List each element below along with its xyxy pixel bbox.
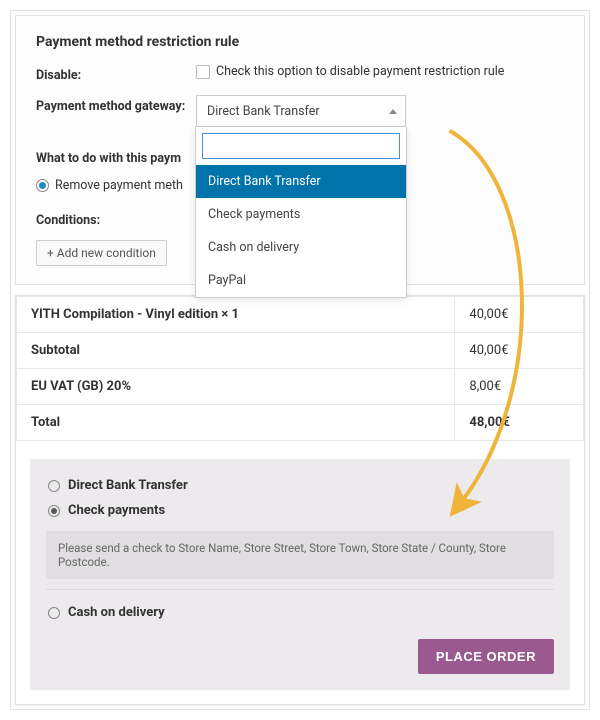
payment-option-check[interactable]: Check payments	[46, 498, 554, 523]
dropdown-option[interactable]: Direct Bank Transfer	[196, 165, 406, 198]
disable-row: Disable: Check this option to disable pa…	[36, 64, 564, 83]
disable-checkbox[interactable]	[196, 65, 210, 79]
order-totals-table: YITH Compilation - Vinyl edition × 140,0…	[16, 296, 584, 441]
subtotal-label: Subtotal	[17, 333, 455, 369]
item-value: 40,00€	[455, 297, 584, 333]
dropdown-search-wrap	[196, 127, 406, 165]
payment-methods-area: Direct Bank Transfer Check payments Plea…	[30, 459, 570, 690]
payment-option-cod[interactable]: Cash on delivery	[46, 600, 554, 625]
total-value: 48,00€	[455, 405, 584, 441]
radio-icon	[48, 607, 60, 619]
gateway-select[interactable]: Direct Bank Transfer	[196, 95, 406, 127]
payment-option-bank[interactable]: Direct Bank Transfer	[46, 473, 554, 498]
gateway-dropdown: Direct Bank Transfer Check payments Cash…	[195, 127, 407, 298]
dropdown-option[interactable]: PayPal	[196, 264, 406, 297]
gateway-label: Payment method gateway:	[36, 95, 196, 114]
payment-option-label: Cash on delivery	[68, 605, 165, 620]
add-condition-button[interactable]: + Add new condition	[36, 240, 167, 266]
disable-label: Disable:	[36, 64, 196, 83]
table-row: Total48,00€	[17, 405, 584, 441]
place-order-button[interactable]: PLACE ORDER	[418, 639, 554, 674]
gateway-selected-value: Direct Bank Transfer	[207, 104, 320, 119]
radio-icon	[48, 480, 60, 492]
dropdown-search-input[interactable]	[202, 133, 400, 159]
divider	[46, 589, 554, 590]
table-row: EU VAT (GB) 20%8,00€	[17, 369, 584, 405]
table-row: Subtotal40,00€	[17, 333, 584, 369]
dropdown-option[interactable]: Check payments	[196, 198, 406, 231]
item-label: YITH Compilation - Vinyl edition × 1	[17, 297, 455, 333]
gateway-row: Payment method gateway: Direct Bank Tran…	[36, 95, 564, 127]
conditions-label: Conditions:	[36, 209, 196, 228]
dropdown-option[interactable]: Cash on delivery	[196, 231, 406, 264]
panel-title: Payment method restriction rule	[36, 34, 564, 50]
vat-value: 8,00€	[455, 369, 584, 405]
checkout-card: YITH Compilation - Vinyl edition × 140,0…	[15, 295, 585, 705]
table-row: YITH Compilation - Vinyl edition × 140,0…	[17, 297, 584, 333]
page-container: Payment method restriction rule Disable:…	[10, 10, 590, 710]
total-label: Total	[17, 405, 455, 441]
what-to-do-label: What to do with this paym	[36, 147, 181, 166]
rule-settings-panel: Payment method restriction rule Disable:…	[15, 15, 585, 285]
payment-option-label: Check payments	[68, 503, 165, 518]
remove-method-label: Remove payment meth	[55, 178, 183, 193]
payment-option-label: Direct Bank Transfer	[68, 478, 188, 493]
chevron-up-icon	[389, 109, 397, 114]
radio-icon	[36, 179, 49, 192]
subtotal-value: 40,00€	[455, 333, 584, 369]
vat-label: EU VAT (GB) 20%	[17, 369, 455, 405]
radio-icon	[48, 505, 60, 517]
payment-note: Please send a check to Store Name, Store…	[46, 531, 554, 579]
disable-text: Check this option to disable payment res…	[216, 64, 504, 79]
